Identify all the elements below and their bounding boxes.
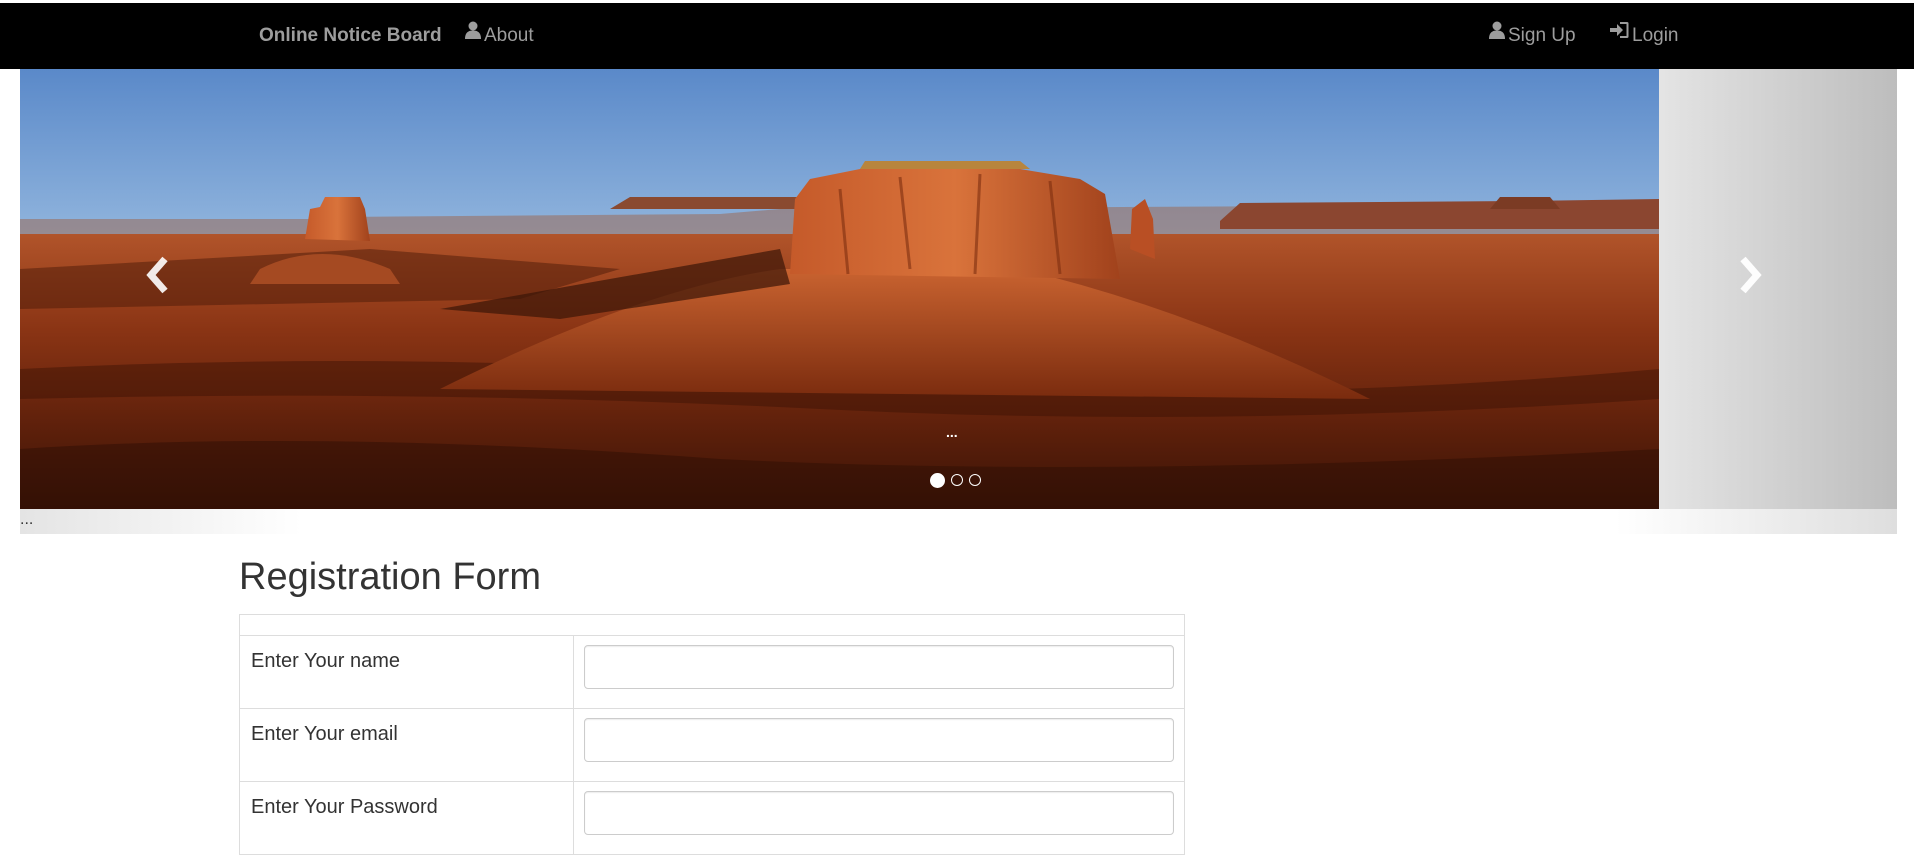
caption-strip-text: ... xyxy=(20,511,34,528)
nav-signup-label: Sign Up xyxy=(1508,25,1576,47)
email-label: Enter Your email xyxy=(251,723,398,745)
nav-signup-link[interactable]: Sign Up xyxy=(1489,3,1576,69)
table-header-row xyxy=(239,614,1185,636)
top-navbar: Online Notice Board About Sign Up Login xyxy=(0,3,1914,69)
chevron-left-icon xyxy=(143,256,173,299)
nav-login-link[interactable]: Login xyxy=(1610,3,1679,69)
brand-link[interactable]: Online Notice Board xyxy=(259,3,442,69)
chevron-right-icon xyxy=(1735,256,1765,299)
password-label: Enter Your Password xyxy=(251,796,438,818)
name-field[interactable] xyxy=(584,645,1174,689)
email-field[interactable] xyxy=(584,718,1174,762)
nav-login-label: Login xyxy=(1632,25,1679,47)
nav-about-link[interactable]: About xyxy=(465,3,534,69)
slide-caption: ... xyxy=(946,424,958,440)
nav-about-label: About xyxy=(484,25,534,47)
carousel-indicators xyxy=(930,473,987,490)
carousel-prev-button[interactable] xyxy=(143,255,183,295)
form-row-email: Enter Your email xyxy=(239,708,1185,782)
carousel-caption-strip: ... xyxy=(20,509,1897,534)
carousel-indicator-2[interactable] xyxy=(951,474,963,486)
page-title: Registration Form xyxy=(239,556,541,598)
carousel-indicator-1[interactable] xyxy=(930,473,945,488)
form-row-name: Enter Your name xyxy=(239,635,1185,709)
password-field[interactable] xyxy=(584,791,1174,835)
user-icon xyxy=(465,1,481,67)
form-row-password: Enter Your Password xyxy=(239,781,1185,855)
carousel-next-button[interactable] xyxy=(1735,255,1775,295)
log-in-icon xyxy=(1610,1,1629,67)
carousel-indicator-3[interactable] xyxy=(969,474,981,486)
carousel-slide-image xyxy=(20,69,1659,509)
registration-form-table: Enter Your name Enter Your email Enter Y… xyxy=(239,614,1185,855)
user-icon xyxy=(1489,1,1505,67)
name-label: Enter Your name xyxy=(251,650,400,672)
